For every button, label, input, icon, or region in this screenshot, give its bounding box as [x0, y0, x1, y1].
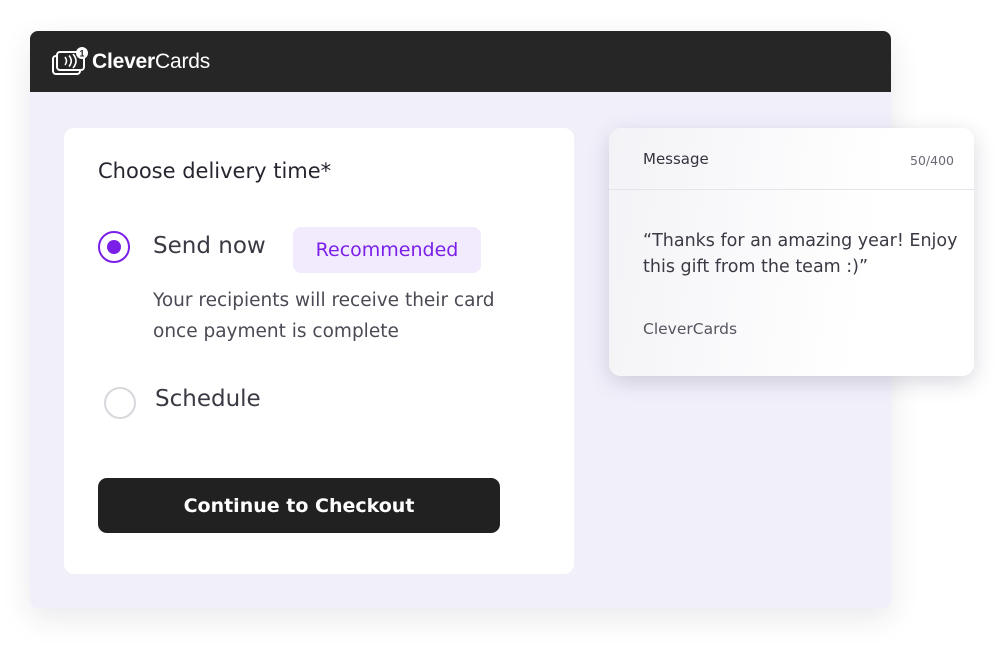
- character-count: 50/400: [910, 153, 954, 168]
- continue-to-checkout-button[interactable]: Continue to Checkout: [98, 478, 500, 533]
- svg-text:1: 1: [79, 48, 84, 58]
- message-header: Message 50/400: [609, 128, 974, 190]
- recommended-badge: Recommended: [293, 227, 481, 273]
- send-now-label[interactable]: Send now: [153, 233, 266, 259]
- send-now-description: Your recipients will receive their card …: [153, 290, 495, 342]
- message-label: Message: [643, 150, 709, 168]
- schedule-label[interactable]: Schedule: [155, 386, 261, 412]
- message-body[interactable]: “Thanks for an amazing year! Enjoy this …: [643, 228, 963, 280]
- brand-name: CleverCards: [92, 49, 211, 73]
- clevercards-logo-icon: 1: [51, 46, 89, 78]
- title-bar: 1 CleverCards: [30, 31, 891, 92]
- message-card: Message 50/400 “Thanks for an amazing ye…: [609, 128, 974, 376]
- schedule-radio[interactable]: [104, 387, 136, 419]
- delivery-card: Choose delivery time* Send now Recommend…: [64, 128, 574, 574]
- send-now-radio[interactable]: [98, 231, 130, 263]
- message-signature: CleverCards: [643, 320, 738, 338]
- delivery-title: Choose delivery time*: [98, 159, 332, 183]
